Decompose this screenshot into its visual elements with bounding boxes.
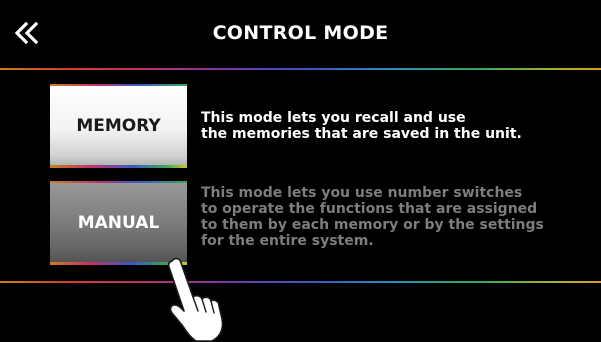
button-top-edge (50, 84, 187, 86)
description-line: to them by each memory or by the setting… (201, 217, 544, 233)
description-line: for the entire system. (201, 233, 374, 249)
button-top-edge (50, 181, 187, 183)
description-line: to operate the functions that are assign… (201, 201, 538, 217)
description-line: This mode lets you recall and use (201, 110, 466, 126)
header: CONTROL MODE (0, 0, 601, 68)
header-divider (0, 68, 601, 70)
manual-button-label: MANUAL (77, 213, 160, 233)
memory-description: This mode lets you recall and use the me… (201, 110, 596, 142)
page-title: CONTROL MODE (212, 22, 389, 44)
description-line: the memories that are saved in the unit. (201, 126, 522, 142)
memory-button-label: MEMORY (76, 116, 161, 136)
footer-divider (0, 281, 601, 283)
button-bottom-edge (50, 165, 187, 168)
memory-mode-button[interactable]: MEMORY (50, 84, 187, 168)
control-mode-screen: CONTROL MODE MEMORY This mode lets you r… (0, 0, 601, 342)
pointing-hand-icon (167, 257, 224, 342)
description-line: This mode lets you use number switches (201, 185, 523, 201)
manual-description: This mode lets you use number switches t… (201, 185, 596, 249)
manual-mode-button[interactable]: MANUAL (50, 181, 187, 265)
